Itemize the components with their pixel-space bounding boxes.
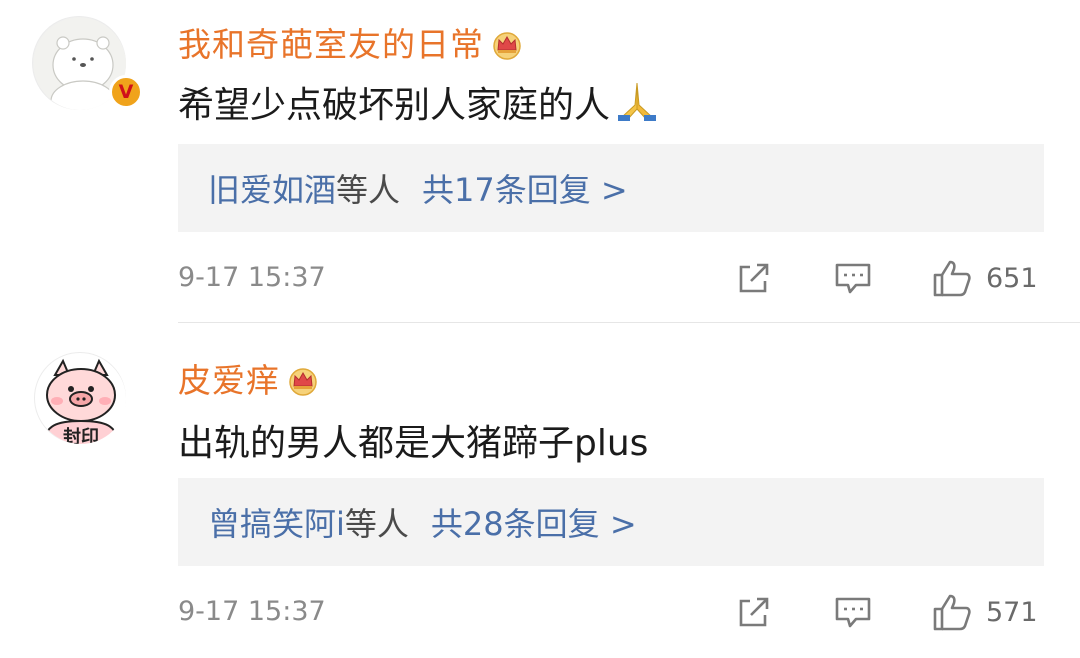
comment-meta: 9-17 15:37 651 bbox=[178, 256, 1044, 300]
reply-count-link[interactable]: 共28条回复 > bbox=[431, 499, 637, 545]
comment-text: 出轨的男人都是大猪蹄子plus bbox=[178, 414, 648, 466]
username[interactable]: 我和奇葩室友的日常 bbox=[178, 18, 524, 66]
user-avatar[interactable]: V bbox=[32, 16, 143, 110]
like-count: 571 bbox=[986, 596, 1038, 628]
share-icon bbox=[739, 597, 769, 627]
comment-text: 希望少点破坏别人家庭的人 bbox=[178, 76, 660, 128]
view-replies-button[interactable]: 曾搞笑阿i 等人 共28条回复 > bbox=[178, 478, 1044, 566]
reply-authors-suffix: 等人 bbox=[336, 171, 401, 209]
like-count: 651 bbox=[986, 262, 1038, 294]
view-replies-button[interactable]: 旧爱如酒 等人 共17条回复 > bbox=[178, 144, 1044, 232]
comment-body: 出轨的男人都是大猪蹄子plus bbox=[178, 423, 649, 464]
reply-button[interactable] bbox=[834, 258, 872, 298]
user-avatar[interactable]: 封印 bbox=[34, 352, 126, 444]
reply-count-link[interactable]: 共17条回复 > bbox=[422, 165, 628, 211]
folded-hands-icon bbox=[618, 82, 657, 121]
comment-icon bbox=[835, 597, 871, 628]
share-button[interactable] bbox=[736, 258, 772, 298]
share-icon bbox=[739, 263, 769, 293]
timestamp: 9-17 15:37 bbox=[178, 262, 326, 293]
reply-authors: 旧爱如酒 bbox=[208, 171, 337, 209]
username-label[interactable]: 皮爱痒 bbox=[178, 361, 280, 400]
crown-icon bbox=[493, 32, 521, 60]
avatar-caption: 封印 bbox=[63, 426, 99, 445]
pig-avatar-image: 封印 bbox=[36, 354, 126, 445]
comment-item: 封印 皮爱痒 出轨的男人都是大猪蹄子plus 曾搞笑阿i 等人 共28条回复 >… bbox=[0, 322, 1080, 658]
comment-body: 希望少点破坏别人家庭的人 bbox=[178, 85, 611, 126]
username-label[interactable]: 我和奇葩室友的日常 bbox=[178, 25, 484, 64]
reply-button[interactable] bbox=[834, 592, 872, 632]
like-icon bbox=[933, 594, 971, 631]
timestamp: 9-17 15:37 bbox=[178, 596, 326, 627]
comment-icon bbox=[835, 263, 871, 294]
comment-item: V 我和奇葩室友的日常 希望少点破坏别人家庭的人 旧爱如酒 等人 共17条回复 … bbox=[0, 0, 1080, 322]
reply-authors: 曾搞笑阿i bbox=[208, 505, 345, 543]
like-button[interactable]: 571 bbox=[932, 592, 1038, 632]
like-icon bbox=[933, 260, 971, 297]
crown-icon bbox=[289, 368, 317, 396]
verified-badge-icon: V bbox=[109, 75, 143, 109]
reply-authors-suffix: 等人 bbox=[344, 505, 409, 543]
comment-meta: 9-17 15:37 571 bbox=[178, 590, 1044, 634]
share-button[interactable] bbox=[736, 592, 772, 632]
like-button[interactable]: 651 bbox=[932, 258, 1038, 298]
username[interactable]: 皮爱痒 bbox=[178, 354, 320, 402]
